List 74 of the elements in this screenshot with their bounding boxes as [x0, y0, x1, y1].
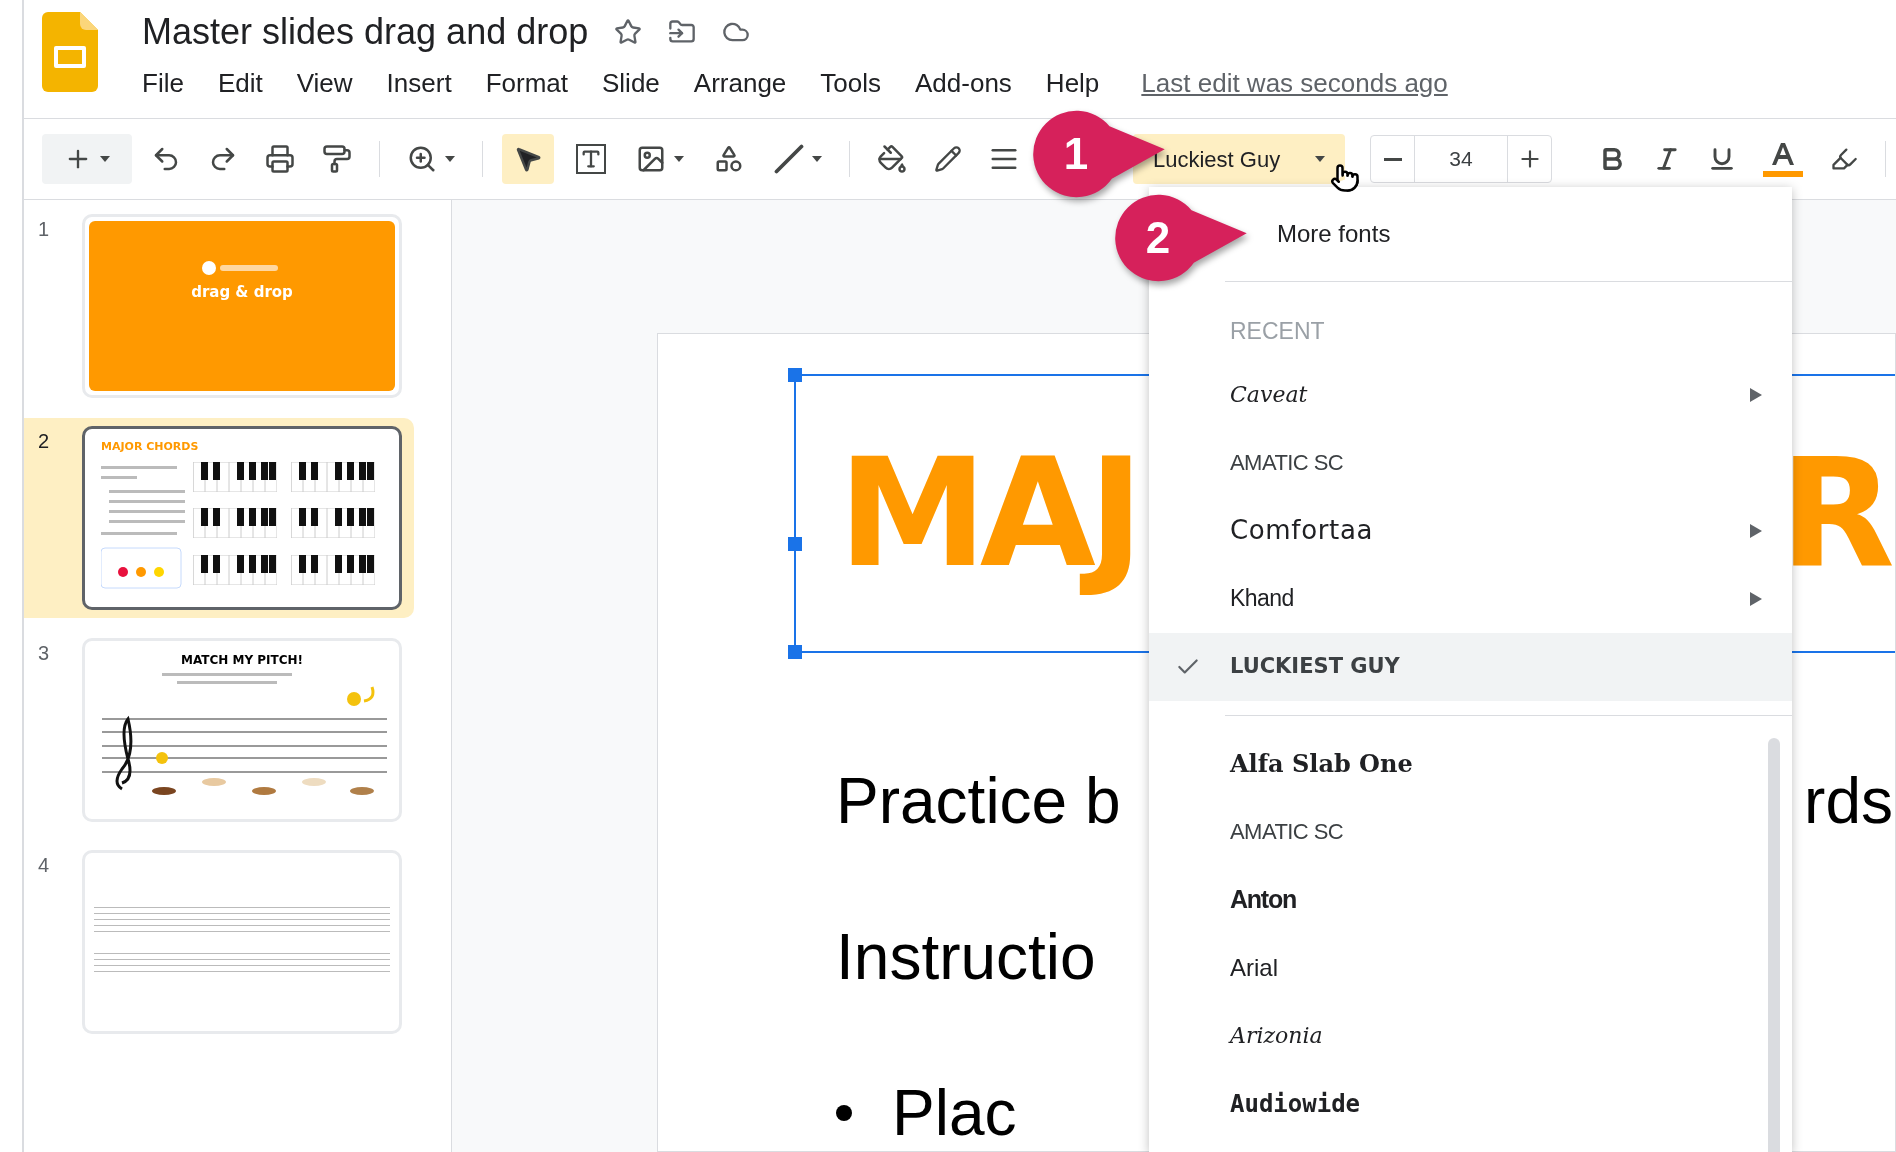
piano-keys-icon — [291, 554, 375, 585]
text-box-icon — [576, 144, 606, 174]
slide-title: MAJOR CHORDS — [101, 439, 200, 455]
more-fonts-item[interactable]: More fonts — [1277, 216, 1391, 252]
caret-icon — [445, 156, 455, 162]
slide-title: drag & drop — [191, 282, 293, 303]
menu-item[interactable]: View — [296, 64, 353, 103]
body-text: Plac — [892, 1075, 1017, 1151]
slide-thumbnail[interactable]: MATCH MY PITCH! — [82, 638, 402, 822]
font-menu-item[interactable]: Alfa Slab One — [1149, 729, 1792, 798]
section-label: RECENT — [1229, 317, 1326, 346]
menu-item[interactable]: Slide — [602, 64, 660, 103]
piano-keys-icon — [193, 554, 277, 585]
star-icon[interactable] — [614, 18, 643, 46]
menu-item[interactable]: Edit — [217, 64, 263, 103]
submenu-arrow-icon — [1750, 523, 1762, 538]
caret-icon — [812, 156, 822, 162]
resize-handle[interactable] — [788, 368, 802, 382]
menu-item[interactable]: Arrange — [693, 64, 787, 103]
body-text: Practice b — [836, 763, 1121, 839]
font-menu-item[interactable]: Audiowide — [1149, 1069, 1792, 1138]
line-icon — [774, 144, 804, 174]
resize-handle[interactable] — [788, 645, 802, 659]
slide-title: MATCH MY PITCH! — [180, 652, 304, 669]
zoom-icon — [407, 144, 437, 174]
font-menu-item[interactable]: Anton — [1149, 865, 1792, 934]
menu-item[interactable]: Tools — [820, 64, 881, 103]
slide-list-item[interactable]: 2 MAJOR CHORDS — [24, 418, 414, 618]
menu-item[interactable]: Format — [485, 64, 568, 103]
resize-handle[interactable] — [788, 537, 802, 551]
piano-keys-icon — [193, 508, 277, 539]
underline-icon — [1708, 145, 1736, 173]
font-menu-item[interactable]: Arizonia — [1149, 1001, 1792, 1070]
highlighter-icon — [1830, 145, 1858, 173]
font-menu-item[interactable]: AMATIC SC — [1149, 797, 1792, 866]
slide-thumbnail[interactable] — [82, 850, 402, 1034]
folder-icon[interactable] — [668, 18, 697, 46]
tool-button[interactable] — [502, 134, 554, 184]
font-dropdown[interactable]: Luckiest Guy — [1133, 134, 1345, 184]
last-edit-link[interactable]: Last edit was seconds ago — [1141, 64, 1448, 103]
slides-logo-icon — [42, 12, 98, 92]
paint-roller-icon — [322, 144, 352, 174]
body-text: rds — [1804, 769, 1894, 833]
document-title[interactable]: Master slides drag and drop — [142, 12, 589, 52]
paint-bucket-icon — [877, 144, 907, 174]
new-slide-button[interactable] — [42, 134, 132, 184]
caret-icon — [674, 156, 684, 162]
slide-number: 4 — [38, 853, 51, 878]
slide-title: MAJ — [838, 424, 1137, 602]
font-menu-item[interactable]: LUCKIEST GUY — [1149, 632, 1792, 701]
submenu-arrow-icon — [1750, 591, 1762, 606]
caret-icon — [1315, 156, 1325, 162]
menu-item[interactable]: Insert — [386, 64, 452, 103]
piano-keys-icon — [291, 461, 375, 492]
piano-keys-icon — [193, 461, 277, 492]
image-icon — [636, 144, 666, 174]
menu-item[interactable]: File — [142, 64, 184, 103]
slide-number: 3 — [38, 641, 51, 666]
body-text: Instructio — [836, 919, 1096, 995]
slide-list-item[interactable]: 3 MATCH MY PITCH! — [24, 630, 414, 830]
menu-item[interactable]: Add-ons — [915, 64, 1012, 103]
font-menu-item[interactable]: Arial — [1149, 933, 1792, 1002]
menu-item[interactable]: Help — [1045, 64, 1100, 103]
piano-keys-icon — [291, 508, 375, 539]
submenu-arrow-icon — [1750, 387, 1762, 402]
pencil-icon — [934, 145, 962, 173]
caret-icon — [100, 156, 110, 162]
text-color-icon — [1763, 141, 1803, 177]
slide-number: 2 — [38, 429, 51, 454]
slide-list-item[interactable]: 1 drag & drop — [24, 206, 414, 406]
print-icon — [265, 144, 295, 174]
slide-list-item[interactable]: 4 — [24, 842, 414, 1042]
slide-number: 1 — [38, 217, 51, 242]
shapes-icon — [714, 144, 744, 174]
